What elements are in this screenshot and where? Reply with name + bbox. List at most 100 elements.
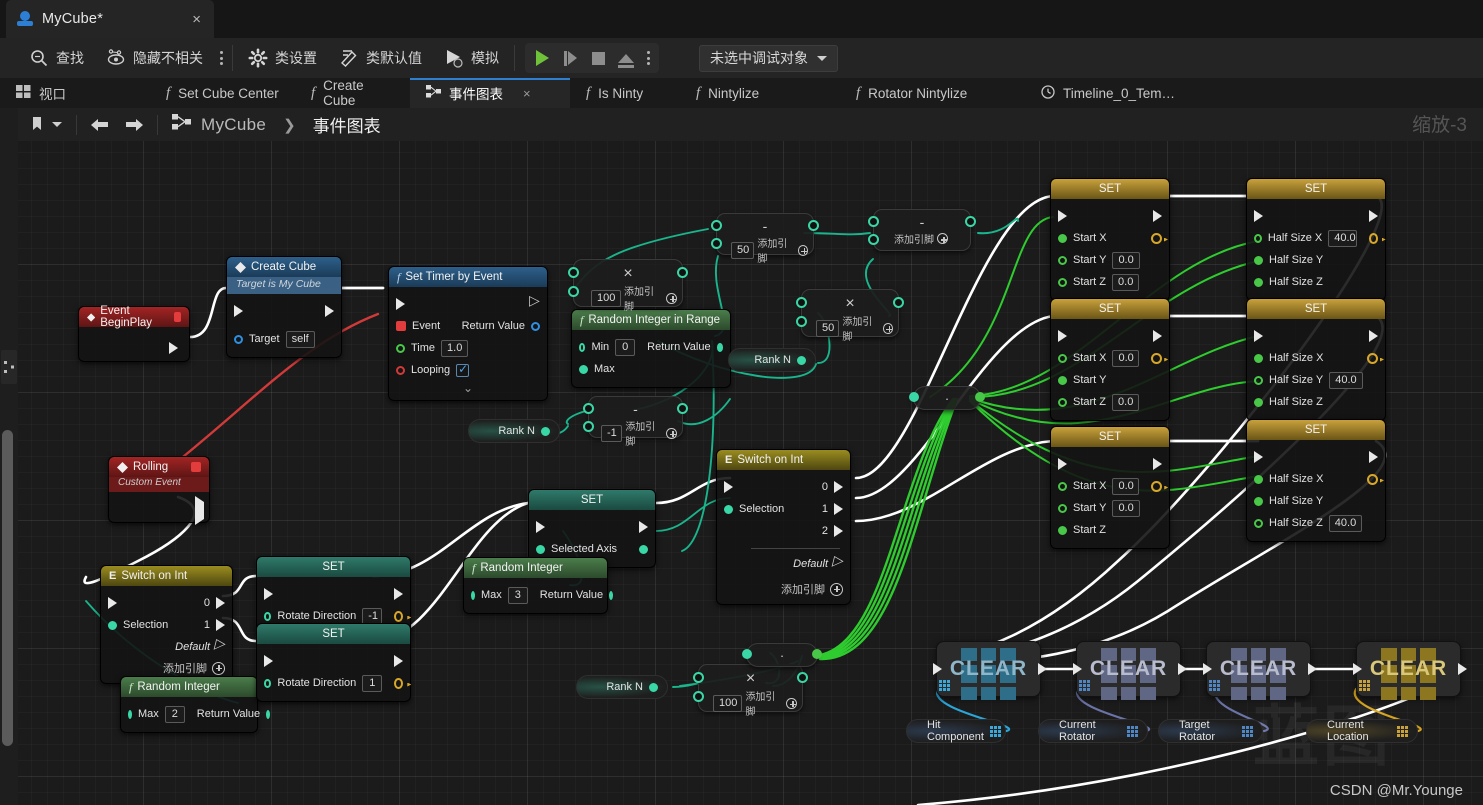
asset-tab-mycube[interactable]: MyCube* ×	[6, 0, 214, 38]
selection-pin[interactable]	[108, 620, 117, 630]
target-pin-icon[interactable]	[1079, 680, 1090, 691]
node-expand-chevron-icon[interactable]: ⌄	[389, 381, 547, 394]
exec-out-default-pin[interactable]	[214, 636, 225, 654]
plus-icon[interactable]	[666, 292, 677, 304]
simulate-button[interactable]: 模拟	[433, 43, 510, 73]
exec-out-pin[interactable]	[394, 655, 403, 667]
exec-out-pin[interactable]	[1153, 458, 1162, 470]
add-pin-label[interactable]: 添加引脚	[894, 231, 934, 246]
start-z-input[interactable]: 0.0	[1112, 393, 1140, 411]
exec-out-pin[interactable]	[529, 293, 540, 311]
half-size-z-pin[interactable]	[1254, 277, 1263, 287]
operand-input[interactable]: 100	[591, 289, 621, 307]
math-in-b-pin[interactable]	[796, 316, 807, 327]
math-in-b-pin[interactable]	[711, 238, 722, 249]
start-z-pin[interactable]	[1058, 277, 1067, 287]
max-value-input[interactable]: 2	[164, 705, 185, 723]
step-button[interactable]	[557, 45, 583, 71]
node-random-integer-in-range[interactable]: f Random Integer in Range Min 0 Return V…	[571, 309, 731, 388]
node-event-begin-play[interactable]: Event BeginPlay	[78, 305, 190, 362]
breadcrumb[interactable]: MyCube ❯ 事件图表	[163, 112, 390, 137]
selected-axis-pin[interactable]	[536, 544, 545, 554]
class-settings-button[interactable]: 类设置	[237, 43, 328, 73]
node-multiply-100-b[interactable]: × 100 添加引脚	[693, 664, 808, 718]
output-pin[interactable]	[394, 610, 403, 622]
rail-expand-button[interactable]	[1, 350, 17, 384]
eject-button[interactable]	[613, 45, 639, 71]
var-get-rank-n-1[interactable]: Rank N	[468, 419, 560, 443]
math-in-b-pin[interactable]	[583, 421, 594, 432]
output-pin[interactable]	[1151, 352, 1162, 364]
exec-out-1-pin[interactable]	[216, 619, 225, 631]
operand-input[interactable]: 50	[731, 241, 755, 259]
node-set-timer-by-event[interactable]: f Set Timer by Event Event Return Value	[388, 266, 548, 401]
node-set-half-size-1[interactable]: SET Half Size X 40.0 Half Size Y Half Siz…	[1246, 178, 1386, 301]
operand-input[interactable]: 50	[816, 319, 840, 337]
node-subtract-neg1[interactable]: - -1 添加引脚	[583, 396, 688, 448]
math-in-b-pin[interactable]	[693, 691, 704, 702]
breadcrumb-root[interactable]: MyCube	[201, 115, 266, 135]
hide-unrelated-button[interactable]: 隐藏不相关	[95, 43, 214, 73]
rotate-direction-pin[interactable]	[264, 678, 272, 688]
exec-out-pin[interactable]	[394, 588, 403, 600]
var-get-current-location[interactable]: Current Location	[1306, 719, 1418, 743]
exec-in-pin[interactable]	[1353, 663, 1362, 675]
tab-timeline[interactable]: Timeline_0_Tem…	[1025, 78, 1205, 108]
exec-in-pin[interactable]	[1073, 663, 1082, 675]
struct-pin-icon[interactable]	[1127, 725, 1138, 737]
node-multiply-50-a[interactable]: × 50 添加引脚	[796, 289, 904, 343]
operand-input[interactable]: 100	[713, 694, 743, 712]
find-button[interactable]: 查找	[18, 43, 95, 73]
exec-in-pin[interactable]	[396, 298, 405, 310]
math-in-a-pin[interactable]	[583, 403, 594, 414]
target-pin-icon[interactable]	[939, 680, 950, 691]
output-pin[interactable]	[1151, 232, 1162, 244]
close-icon[interactable]: ×	[189, 11, 204, 28]
exec-out-1-pin[interactable]	[834, 503, 843, 515]
output-pin[interactable]	[394, 677, 403, 689]
exec-in-pin[interactable]	[1203, 663, 1212, 675]
var-get-hit-component[interactable]: Hit Component	[906, 719, 1006, 743]
half-size-z-input[interactable]: 40.0	[1328, 514, 1363, 532]
start-y-pin[interactable]	[1058, 255, 1067, 265]
start-x-input[interactable]: 0.0	[1112, 477, 1140, 495]
plus-icon[interactable]	[882, 322, 893, 334]
min-pin[interactable]	[579, 342, 586, 352]
exec-in-pin[interactable]	[1254, 210, 1263, 222]
exec-in-pin[interactable]	[1058, 330, 1067, 342]
debug-object-dropdown[interactable]: 未选中调试对象	[699, 44, 838, 72]
convert-in-pin[interactable]	[742, 649, 752, 659]
add-pin-label[interactable]: 添加引脚	[842, 313, 879, 343]
math-out-pin[interactable]	[677, 403, 688, 414]
half-size-x-pin[interactable]	[1254, 233, 1262, 243]
exec-out-pin[interactable]	[1308, 663, 1317, 675]
exec-in-pin[interactable]	[264, 655, 273, 667]
math-in-b-pin[interactable]	[868, 234, 879, 245]
stop-button[interactable]	[585, 45, 611, 71]
half-size-y-pin[interactable]	[1254, 375, 1263, 385]
node-set-start-2[interactable]: SET Start X 0.0 Start Y Start Z 0.0	[1050, 298, 1170, 421]
plus-icon[interactable]	[786, 697, 797, 709]
tab-nintylize[interactable]: f Nintylize	[680, 78, 840, 108]
exec-out-pin[interactable]	[1178, 663, 1187, 675]
convert-out-pin[interactable]	[812, 649, 822, 659]
start-y-pin[interactable]	[1058, 375, 1067, 385]
plus-icon[interactable]	[797, 244, 808, 256]
tab-rotator-nintylize[interactable]: f Rotator Nintylize	[840, 78, 1025, 108]
var-get-target-rotator[interactable]: Target Rotator	[1158, 719, 1263, 743]
add-pin-label[interactable]: 添加引脚	[624, 283, 663, 313]
return-pin[interactable]	[531, 321, 540, 331]
play-overflow-icon[interactable]	[641, 47, 655, 69]
math-in-b-pin[interactable]	[568, 286, 579, 297]
struct-pin-icon[interactable]	[1242, 725, 1253, 737]
var-out-pin[interactable]	[649, 682, 658, 692]
exec-out-pin[interactable]	[1458, 663, 1467, 675]
exec-in-pin[interactable]	[1254, 451, 1263, 463]
min-value-input[interactable]: 0	[615, 338, 636, 356]
looping-checkbox[interactable]	[456, 362, 470, 377]
exec-in-pin[interactable]	[724, 481, 733, 493]
event-delegate-pin[interactable]	[173, 312, 182, 322]
target-pin-icon[interactable]	[1209, 680, 1220, 691]
add-pin-button[interactable]: 添加引脚	[101, 658, 232, 676]
node-create-cube[interactable]: Create Cube Target is My Cube Target sel…	[226, 256, 342, 358]
